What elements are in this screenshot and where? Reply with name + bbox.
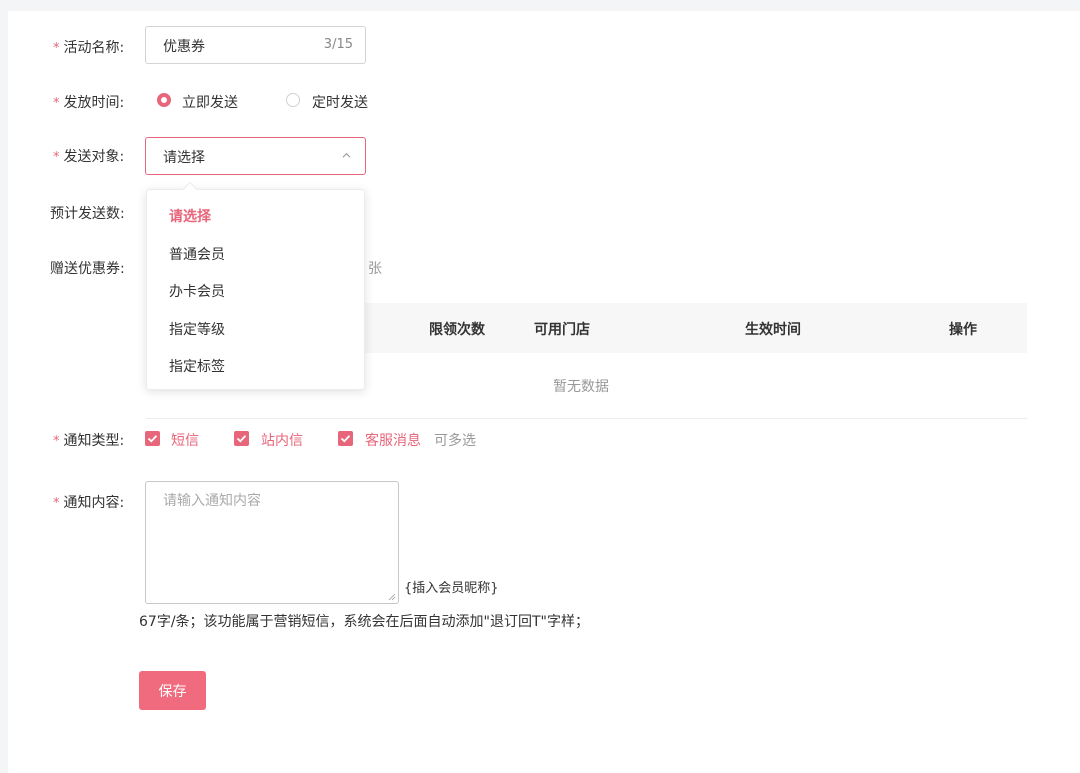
gift-coupon-label: 赠送优惠券: xyxy=(50,261,125,277)
empty-text: 暂无数据 xyxy=(553,379,609,395)
send-target-label: * 发送对象: xyxy=(53,149,125,165)
check-icon xyxy=(340,435,351,443)
col-available-stores: 可用门店 xyxy=(534,322,590,338)
notify-content-label: * 通知内容: xyxy=(53,495,125,511)
radio-immediate[interactable] xyxy=(157,93,171,107)
radio-immediate-label[interactable]: 立即发送 xyxy=(182,92,238,112)
dropdown-item-please-select[interactable]: 请选择 xyxy=(169,206,211,226)
resize-grip-icon[interactable] xyxy=(388,593,396,601)
divider xyxy=(146,418,1027,419)
chevron-up-icon xyxy=(342,152,351,158)
radio-scheduled-label[interactable]: 定时发送 xyxy=(312,92,368,112)
checkbox-service-msg-label[interactable]: 客服消息 xyxy=(365,430,421,450)
activity-name-input[interactable]: 优惠券 3/15 xyxy=(145,26,366,64)
dropdown-item-specified-tag[interactable]: 指定标签 xyxy=(169,356,225,376)
save-button[interactable]: 保存 xyxy=(139,671,206,710)
checkbox-service-msg[interactable] xyxy=(338,431,353,446)
check-icon xyxy=(236,435,247,443)
checkbox-sms-label[interactable]: 短信 xyxy=(171,430,199,450)
checkbox-sms[interactable] xyxy=(145,431,160,446)
col-claim-limit: 限领次数 xyxy=(429,322,485,338)
dropdown-item-regular-member[interactable]: 普通会员 xyxy=(169,244,225,264)
insert-nickname-link[interactable]: {插入会员昵称} xyxy=(404,577,499,596)
form-card xyxy=(8,11,1080,773)
activity-name-value: 优惠券 xyxy=(163,39,205,55)
activity-name-label: * 活动名称: xyxy=(53,40,125,56)
send-target-select[interactable]: 请选择 xyxy=(145,137,366,175)
col-effective-time: 生效时间 xyxy=(745,322,801,338)
check-icon xyxy=(147,435,158,443)
col-actions: 操作 xyxy=(949,322,977,338)
radio-scheduled[interactable] xyxy=(286,93,300,107)
send-time-label: * 发放时间: xyxy=(53,95,125,111)
send-target-value: 请选择 xyxy=(163,150,205,166)
send-target-dropdown: 请选择 普通会员 办卡会员 指定等级 指定标签 xyxy=(146,181,365,390)
multi-select-hint: 可多选 xyxy=(434,433,476,449)
char-counter: 3/15 xyxy=(323,37,353,52)
notify-content-textarea[interactable]: 请输入通知内容 xyxy=(145,481,399,604)
dropdown-item-specified-level[interactable]: 指定等级 xyxy=(169,319,225,339)
notify-type-label: * 通知类型: xyxy=(53,433,125,449)
coupon-unit: 张 xyxy=(368,261,382,277)
dropdown-item-card-member[interactable]: 办卡会员 xyxy=(169,281,225,301)
checkbox-inbox[interactable] xyxy=(234,431,249,446)
checkbox-inbox-label[interactable]: 站内信 xyxy=(261,430,303,450)
notify-content-placeholder: 请输入通知内容 xyxy=(163,493,261,509)
estimated-count-label: 预计发送数: xyxy=(50,206,125,222)
sms-tip: 67字/条；该功能属于营销短信，系统会在后面自动添加"退订回T"字样； xyxy=(139,614,589,630)
